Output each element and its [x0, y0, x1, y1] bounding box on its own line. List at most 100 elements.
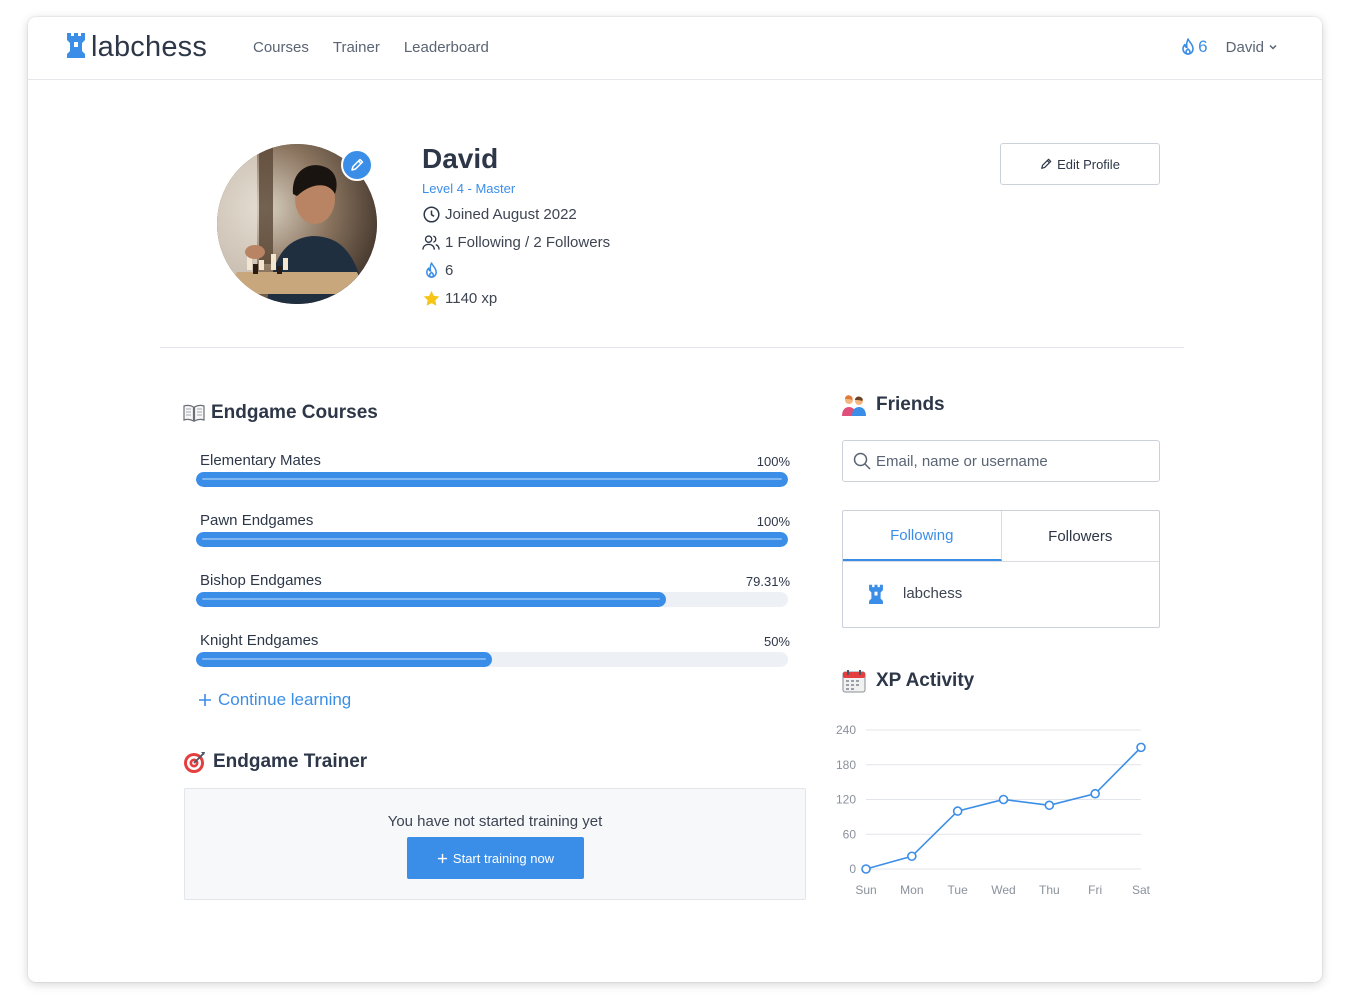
friend-search-input[interactable] — [876, 452, 1146, 470]
course-item[interactable]: Knight Endgames 50% — [196, 629, 790, 667]
x-tick-label: Wed — [991, 883, 1015, 897]
course-name: Knight Endgames — [200, 632, 319, 649]
data-point — [907, 851, 917, 862]
calendar-icon — [842, 669, 866, 693]
course-item[interactable]: Bishop Endgames 79.31% — [196, 569, 790, 607]
app-window: labchess Courses Trainer Leaderboard 6 D… — [28, 17, 1322, 982]
progress-bar — [196, 532, 788, 547]
social-row: 1 Following / 2 Followers — [422, 233, 610, 252]
data-point — [1136, 742, 1146, 753]
start-training-button[interactable]: Start training now — [407, 837, 584, 879]
friends-section-title: Friends — [842, 394, 945, 416]
trainer-title: Endgame Trainer — [213, 751, 368, 772]
tab-following[interactable]: Following — [843, 511, 1002, 561]
friends-icon — [842, 394, 866, 416]
profile-name: David — [422, 143, 499, 174]
plus-icon — [437, 853, 453, 864]
tab-followers[interactable]: Followers — [1002, 511, 1160, 561]
streak-counter[interactable]: 6 — [1180, 37, 1208, 57]
x-tick-label: Sun — [855, 883, 876, 897]
course-percent: 79.31% — [745, 574, 790, 589]
xp-row: 1140 xp — [422, 289, 610, 308]
courses-section-title: Endgame Courses — [183, 402, 378, 424]
chevron-down-icon — [1264, 42, 1278, 52]
flame-icon — [1180, 38, 1196, 56]
course-name: Pawn Endgames — [200, 512, 314, 529]
navbar: labchess Courses Trainer Leaderboard 6 D… — [28, 17, 1322, 80]
friend-list-item[interactable]: labchess — [843, 562, 1159, 625]
course-item[interactable]: Pawn Endgames 100% — [196, 509, 790, 547]
profile-info: David Level 4 - Master Joined August 202… — [422, 143, 610, 308]
xp-section-title: XP Activity — [842, 669, 974, 693]
course-name: Bishop Endgames — [200, 572, 322, 589]
joined-row: Joined August 2022 — [422, 205, 610, 224]
course-item[interactable]: Elementary Mates 100% — [196, 449, 790, 487]
y-tick-label: 240 — [836, 723, 856, 737]
progress-fill — [196, 472, 788, 487]
nav-link-trainer[interactable]: Trainer — [333, 39, 380, 56]
profile-level[interactable]: Level 4 - Master — [422, 181, 610, 196]
friends-panel: Following Followers labchess — [842, 510, 1160, 628]
progress-bar — [196, 652, 788, 667]
y-tick-label: 120 — [836, 793, 856, 807]
continue-learning-label: Continue learning — [218, 690, 352, 709]
plus-icon — [198, 693, 218, 707]
x-tick-label: Sat — [1132, 883, 1151, 897]
courses-title: Endgame Courses — [211, 402, 378, 423]
users-icon — [422, 234, 440, 252]
series-line — [865, 746, 1142, 870]
brand-name: labchess — [91, 31, 208, 63]
y-tick-label: 180 — [836, 758, 856, 772]
progress-fill — [196, 532, 788, 547]
progress-fill — [196, 592, 666, 607]
pencil-icon — [1040, 158, 1057, 170]
friends-tabs: Following Followers — [843, 511, 1159, 562]
data-point — [861, 864, 871, 874]
data-point — [1090, 788, 1100, 799]
edit-profile-label: Edit Profile — [1057, 156, 1120, 172]
data-point — [998, 794, 1009, 805]
trainer-message: You have not started training yet — [387, 813, 603, 830]
user-menu[interactable]: David — [1226, 39, 1278, 56]
start-training-label: Start training now — [452, 850, 555, 866]
nav-links: Courses Trainer Leaderboard — [253, 39, 513, 56]
rook-logo-icon — [65, 32, 87, 63]
nav-right: 6 David — [1180, 37, 1278, 57]
continue-learning-link[interactable]: Continue learning — [198, 690, 351, 710]
nav-link-courses[interactable]: Courses — [253, 39, 309, 56]
pencil-icon — [350, 158, 364, 172]
nav-link-leaderboard[interactable]: Leaderboard — [404, 39, 489, 56]
friend-search — [842, 440, 1160, 482]
progress-fill — [196, 652, 492, 667]
course-percent: 100% — [756, 514, 790, 529]
brand-logo[interactable]: labchess — [65, 31, 207, 64]
data-point — [1044, 800, 1055, 811]
search-icon — [853, 452, 871, 470]
streak-value: 6 — [1198, 37, 1208, 56]
x-tick-label: Mon — [900, 883, 923, 897]
streak-text: 6 — [445, 262, 454, 279]
x-tick-label: Thu — [1039, 883, 1060, 897]
xp-activity-chart: 0 60 120 180 240 Sun Mon Tue Wed Thu Fri Sat — [836, 723, 1151, 897]
target-icon — [183, 750, 207, 774]
flame-icon — [422, 262, 440, 280]
trainer-panel: You have not started training yet Start … — [184, 788, 806, 900]
progress-bar — [196, 472, 788, 487]
star-icon — [422, 290, 440, 308]
course-percent: 100% — [756, 454, 790, 469]
xp-text: 1140 xp — [445, 290, 498, 307]
joined-text: Joined August 2022 — [445, 206, 577, 223]
x-tick-label: Fri — [1088, 883, 1102, 897]
y-tick-label: 60 — [843, 827, 857, 841]
edit-avatar-button[interactable] — [341, 149, 373, 181]
course-percent: 50% — [763, 634, 790, 649]
progress-bar — [196, 592, 788, 607]
streak-row: 6 — [422, 261, 610, 280]
edit-profile-button[interactable]: Edit Profile — [1000, 143, 1160, 185]
xp-activity-title: XP Activity — [876, 670, 975, 691]
x-tick-label: Tue — [948, 883, 969, 897]
divider — [160, 347, 1184, 348]
social-text[interactable]: 1 Following / 2 Followers — [445, 234, 610, 251]
book-icon — [183, 404, 205, 422]
friends-title: Friends — [876, 394, 945, 415]
